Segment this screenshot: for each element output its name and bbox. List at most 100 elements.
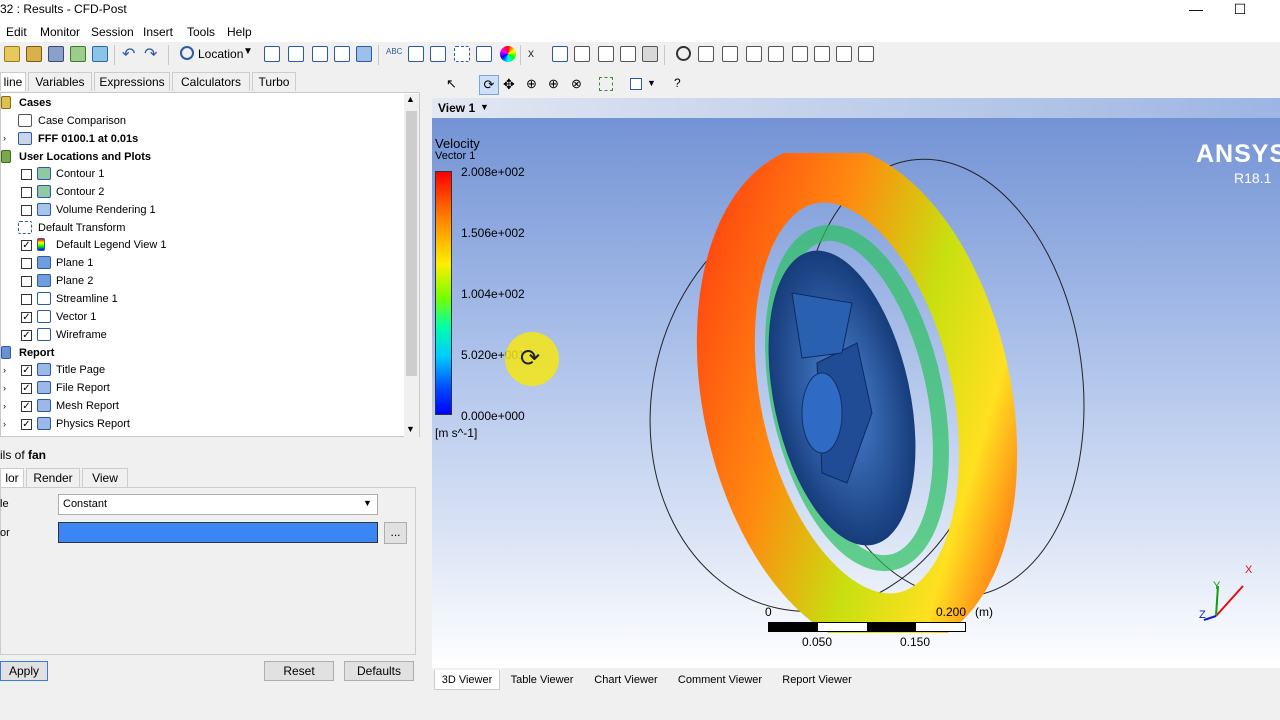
tab-color[interactable]: lor — [0, 468, 24, 487]
rotate-icon[interactable]: ⟳ — [479, 75, 499, 95]
menu-edit[interactable]: Edit — [6, 25, 27, 39]
tree-report[interactable]: Report — [19, 345, 54, 362]
location-icon[interactable] — [180, 46, 194, 60]
function-calculator-icon[interactable] — [768, 46, 784, 62]
streamline-icon[interactable] — [312, 46, 328, 62]
fit-view-icon[interactable] — [599, 77, 613, 91]
checkbox-title-page[interactable]: ✓ — [21, 365, 32, 376]
select-icon[interactable]: ↖ — [446, 76, 457, 92]
zoom-icon[interactable]: ⊕ — [526, 76, 537, 92]
instance-transform-icon[interactable] — [454, 46, 470, 62]
view-selector[interactable]: View 1 — [438, 101, 475, 115]
tree-item-file-report[interactable]: File Report — [56, 380, 110, 397]
tree-item-plane-1[interactable]: Plane 1 — [56, 255, 93, 272]
help-cursor-icon[interactable]: ? — [674, 76, 681, 90]
checkbox-contour-1[interactable] — [21, 169, 32, 180]
expand-icon[interactable]: › — [3, 419, 6, 429]
vector-icon[interactable] — [264, 46, 280, 62]
volume-rendering-icon[interactable] — [356, 46, 372, 62]
expand-icon[interactable]: › — [3, 133, 6, 143]
tab-variables[interactable]: Variables — [28, 72, 92, 91]
menu-monitor[interactable]: Monitor — [40, 25, 80, 39]
tree-item-streamline-1[interactable]: Streamline 1 — [56, 291, 118, 308]
checkbox-file-report[interactable]: ✓ — [21, 383, 32, 394]
tree-case-comparison[interactable]: Case Comparison — [38, 113, 126, 130]
checkbox-mesh-report[interactable]: ✓ — [21, 401, 32, 412]
tab-outline[interactable]: line — [0, 72, 26, 91]
save-picture-icon[interactable] — [92, 46, 108, 62]
tab-calculators[interactable]: Calculators — [172, 72, 250, 91]
menu-tools[interactable]: Tools — [187, 25, 215, 39]
tree-item-contour-2[interactable]: Contour 2 — [56, 184, 104, 201]
tree-item-plane-2[interactable]: Plane 2 — [56, 273, 93, 290]
menu-insert[interactable]: Insert — [143, 25, 173, 39]
tab-comment-viewer[interactable]: Comment Viewer — [674, 670, 766, 690]
tree-item-volume-rendering-1[interactable]: Volume Rendering 1 — [56, 202, 156, 219]
checkbox-plane-1[interactable] — [21, 258, 32, 269]
mesh-calculator-icon[interactable] — [814, 46, 830, 62]
color-picker-button[interactable]: ... — [384, 522, 407, 544]
redo-icon[interactable]: ↷ — [144, 44, 157, 64]
reload-icon[interactable] — [70, 46, 86, 62]
location-button[interactable]: Location — [198, 47, 243, 61]
comment-icon[interactable] — [620, 46, 636, 62]
tab-table-viewer[interactable]: Table Viewer — [504, 670, 580, 690]
reset-button[interactable]: Reset — [264, 661, 334, 681]
checkbox-physics-report[interactable]: ✓ — [21, 419, 32, 430]
command-editor-icon[interactable] — [858, 46, 874, 62]
checkbox-streamline-1[interactable] — [21, 294, 32, 305]
open-folder-icon[interactable] — [4, 46, 20, 62]
expand-icon[interactable]: › — [3, 383, 6, 393]
zoom-fit-icon[interactable]: ⊗ — [571, 76, 582, 92]
case-comparison-icon[interactable] — [836, 46, 852, 62]
contour-icon[interactable] — [288, 46, 304, 62]
viewport-layout-icon[interactable] — [630, 78, 642, 90]
tab-render[interactable]: Render — [26, 468, 80, 487]
checkbox-wireframe[interactable]: ✓ — [21, 330, 32, 341]
tab-turbo[interactable]: Turbo — [252, 72, 296, 91]
pan-icon[interactable]: ✥ — [503, 76, 515, 93]
table-icon[interactable] — [574, 46, 590, 62]
undo-icon[interactable]: ↶ — [122, 44, 135, 64]
scroll-up-icon[interactable]: ▲ — [406, 94, 415, 104]
load-state-icon[interactable] — [26, 46, 42, 62]
animation-icon[interactable] — [698, 46, 714, 62]
menu-help[interactable]: Help — [227, 25, 252, 39]
tree-case-name[interactable]: FFF 0100.1 at 0.01s — [38, 131, 138, 148]
tree-item-mesh-report[interactable]: Mesh Report — [56, 398, 119, 415]
checkbox-volume-rendering-1[interactable] — [21, 205, 32, 216]
checkbox-default-legend-view-1[interactable]: ✓ — [21, 240, 32, 251]
tree-item-default-legend-view-1[interactable]: Default Legend View 1 — [56, 237, 167, 254]
text-icon[interactable]: ABC — [386, 47, 402, 56]
chart-icon[interactable] — [598, 46, 614, 62]
figure-icon[interactable] — [642, 46, 658, 62]
apply-button[interactable]: Apply — [0, 661, 48, 681]
checkbox-contour-2[interactable] — [21, 187, 32, 198]
tree-item-wireframe[interactable]: Wireframe — [56, 327, 107, 344]
chevron-down-icon[interactable]: ▼ — [363, 498, 372, 508]
maximize-button[interactable]: ☐ — [1220, 0, 1260, 22]
expand-icon[interactable]: › — [3, 365, 6, 375]
tree-item-default-transform[interactable]: Default Transform — [38, 220, 125, 237]
scroll-down-icon[interactable]: ▼ — [406, 424, 415, 434]
3d-viewer[interactable]: View 1 ▼ ANSYS R18.1 Velocity Vector 1 2… — [432, 98, 1280, 668]
scroll-thumb[interactable] — [406, 111, 417, 376]
clip-plane-icon[interactable] — [476, 46, 492, 62]
tree-item-physics-report[interactable]: Physics Report — [56, 416, 130, 433]
zoom-box-icon[interactable]: ⊕ — [548, 76, 559, 92]
chevron-down-icon[interactable]: ▼ — [243, 46, 253, 57]
tab-3d-viewer[interactable]: 3D Viewer — [434, 670, 500, 690]
expand-icon[interactable]: › — [3, 401, 6, 411]
minimize-button[interactable]: — — [1176, 0, 1216, 22]
tab-view[interactable]: View — [82, 468, 128, 487]
tab-expressions[interactable]: Expressions — [94, 72, 170, 91]
chevron-down-icon[interactable]: ▼ — [480, 102, 489, 112]
legend-icon[interactable] — [430, 46, 446, 62]
variable-icon[interactable]: x — [528, 46, 534, 60]
tree-item-vector-1[interactable]: Vector 1 — [56, 309, 96, 326]
tree-user-locations[interactable]: User Locations and Plots — [19, 149, 151, 166]
color-map-icon[interactable] — [500, 46, 516, 62]
clock-icon[interactable] — [676, 46, 691, 61]
menu-session[interactable]: Session — [91, 25, 134, 39]
macro-calculator-icon[interactable] — [792, 46, 808, 62]
